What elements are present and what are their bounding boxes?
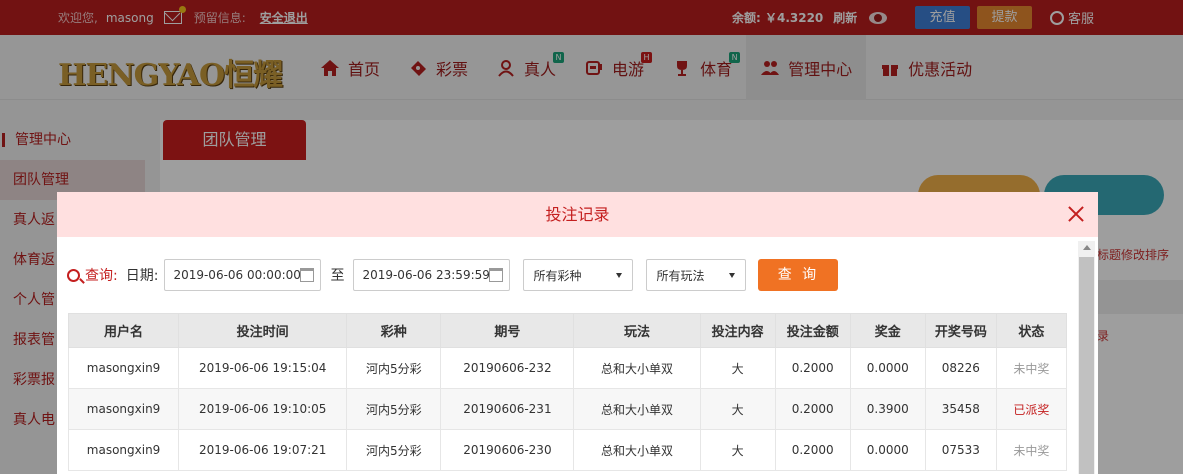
- cell-draw-number: 35458: [924, 388, 997, 430]
- cell-issue: 20190606-232: [440, 347, 575, 389]
- cell-username: masongxin9: [67, 388, 180, 430]
- calendar-icon[interactable]: [300, 268, 315, 282]
- scrollbar[interactable]: [1078, 241, 1095, 474]
- lottery-type-value: 所有彩种: [533, 268, 582, 283]
- col-lottery: 彩种: [346, 313, 442, 348]
- to-label: 至: [330, 268, 345, 284]
- cell-draw-number: 07533: [924, 429, 997, 471]
- cell-content: 大: [699, 429, 776, 471]
- cell-play: 总和大小单双: [573, 347, 701, 389]
- col-content: 投注内容: [699, 313, 776, 348]
- cell-draw-number: 08226: [924, 347, 997, 389]
- modal-title: 投注记录: [545, 205, 610, 224]
- cell-username: masongxin9: [67, 347, 180, 389]
- cell-issue: 20190606-230: [440, 429, 575, 471]
- scroll-up-icon[interactable]: [1083, 245, 1091, 250]
- lottery-type-select[interactable]: 所有彩种: [523, 259, 634, 291]
- col-status: 状态: [995, 313, 1068, 348]
- close-icon[interactable]: [1066, 204, 1086, 224]
- cell-prize: 0.0000: [849, 347, 926, 389]
- table-header-row: 用户名 投注时间 彩种 期号 玩法 投注内容 投注金额 奖金 开奖号码 状态: [67, 313, 1068, 348]
- cell-amount: 0.2000: [774, 429, 851, 471]
- col-bet-time: 投注时间: [178, 313, 348, 348]
- table-row[interactable]: masongxin9 2019-06-06 19:07:21 河内5分彩 201…: [67, 429, 1068, 471]
- cell-amount: 0.2000: [774, 347, 851, 389]
- col-amount: 投注金额: [774, 313, 851, 348]
- search-icon: [67, 268, 80, 282]
- cell-username: masongxin9: [67, 429, 180, 471]
- cell-content: 大: [699, 388, 776, 430]
- play-type-select[interactable]: 所有玩法: [646, 259, 747, 291]
- scrollbar-thumb[interactable]: [1079, 257, 1094, 474]
- calendar-icon[interactable]: [489, 268, 504, 282]
- col-issue: 期号: [440, 313, 575, 348]
- chevron-down-icon: [616, 273, 623, 278]
- cell-bet-time: 2019-06-06 19:15:04: [178, 347, 348, 389]
- end-date-input[interactable]: 2019-06-06 23:59:59: [353, 259, 511, 291]
- cell-play: 总和大小单双: [573, 388, 701, 430]
- cell-lottery: 河内5分彩: [346, 429, 442, 471]
- cell-issue: 20190606-231: [440, 388, 575, 430]
- col-username: 用户名: [67, 313, 180, 348]
- table-row[interactable]: masongxin9 2019-06-06 19:15:04 河内5分彩 201…: [67, 347, 1068, 389]
- modal-header: 投注记录: [57, 192, 1098, 237]
- cell-lottery: 河内5分彩: [346, 347, 442, 389]
- cell-prize: 0.3900: [849, 388, 926, 430]
- query-button[interactable]: 查 询: [758, 259, 839, 291]
- start-date-value: 2019-06-06 00:00:00: [173, 268, 301, 282]
- col-draw-number: 开奖号码: [924, 313, 997, 348]
- date-label: 日期:: [125, 268, 159, 284]
- cell-status: 未中奖: [995, 347, 1068, 389]
- cell-status: 已派奖: [995, 388, 1068, 430]
- table-row[interactable]: masongxin9 2019-06-06 19:10:05 河内5分彩 201…: [67, 388, 1068, 430]
- chevron-down-icon: [729, 273, 736, 278]
- cell-lottery: 河内5分彩: [346, 388, 442, 430]
- cell-play: 总和大小单双: [573, 429, 701, 471]
- cell-status: 未中奖: [995, 429, 1068, 471]
- play-type-value: 所有玩法: [656, 268, 705, 283]
- query-label: 查询:: [85, 268, 118, 284]
- start-date-input[interactable]: 2019-06-06 00:00:00: [164, 259, 322, 291]
- bet-records-modal: 投注记录 查询: 日期: 2019-06-06 00:00:00 至 2019-…: [57, 192, 1098, 474]
- query-bar: 查询: 日期: 2019-06-06 00:00:00 至 2019-06-06…: [67, 259, 839, 291]
- end-date-value: 2019-06-06 23:59:59: [362, 268, 490, 282]
- cell-bet-time: 2019-06-06 19:10:05: [178, 388, 348, 430]
- cell-prize: 0.0000: [849, 429, 926, 471]
- cell-amount: 0.2000: [774, 388, 851, 430]
- bet-records-table: 用户名 投注时间 彩种 期号 玩法 投注内容 投注金额 奖金 开奖号码 状态 m…: [67, 313, 1068, 471]
- col-play: 玩法: [573, 313, 701, 348]
- col-prize: 奖金: [849, 313, 926, 348]
- cell-content: 大: [699, 347, 776, 389]
- cell-bet-time: 2019-06-06 19:07:21: [178, 429, 348, 471]
